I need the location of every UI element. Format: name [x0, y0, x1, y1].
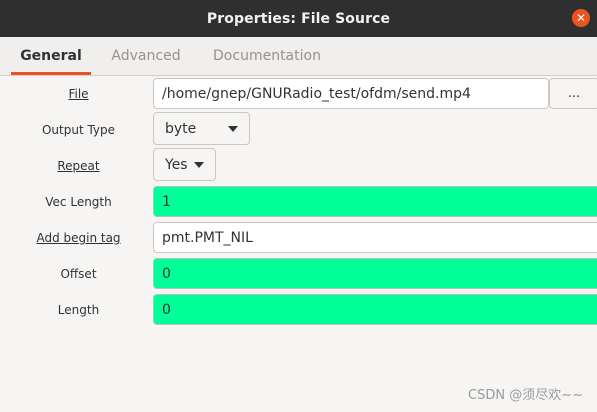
output-type-value: byte: [165, 120, 197, 137]
tab-advanced[interactable]: Advanced: [100, 37, 192, 75]
vec-length-label: Vec Length: [45, 195, 112, 209]
output-type-label: Output Type: [41, 123, 116, 137]
output-type-dropdown[interactable]: byte: [153, 112, 250, 145]
window-title: Properties: File Source: [206, 10, 391, 27]
window-titlebar: Properties: File Source ✕: [0, 0, 597, 37]
row-repeat: Repeat Yes: [0, 148, 597, 184]
tab-general[interactable]: General: [11, 37, 91, 75]
row-output-type: Output Type byte: [0, 112, 597, 148]
row-file: File /home/gnep/GNURadio_test/ofdm/send.…: [0, 76, 597, 112]
chevron-down-icon: [194, 162, 204, 168]
repeat-dropdown[interactable]: Yes: [153, 148, 216, 181]
vec-length-input[interactable]: 1: [153, 186, 597, 217]
repeat-value: Yes: [165, 156, 188, 173]
length-label: Length: [57, 303, 100, 317]
tab-bar: General Advanced Documentation: [0, 37, 597, 76]
offset-label: Offset: [60, 267, 97, 281]
row-offset: Offset 0: [0, 256, 597, 292]
browse-file-button[interactable]: ...: [549, 78, 597, 109]
row-vec-length: Vec Length 1: [0, 184, 597, 220]
row-length: Length 0: [0, 292, 597, 328]
chevron-down-icon: [228, 126, 238, 132]
repeat-label: Repeat: [57, 159, 100, 173]
row-add-begin-tag: Add begin tag pmt.PMT_NIL: [0, 220, 597, 256]
close-button[interactable]: ✕: [572, 9, 590, 27]
watermark: CSDN @须尽欢~~: [468, 388, 583, 403]
tab-documentation[interactable]: Documentation: [201, 37, 333, 75]
file-label: File: [68, 87, 89, 101]
add-begin-tag-input[interactable]: pmt.PMT_NIL: [153, 222, 597, 253]
offset-input[interactable]: 0: [153, 258, 597, 289]
length-input[interactable]: 0: [153, 294, 597, 325]
file-input[interactable]: /home/gnep/GNURadio_test/ofdm/send.mp4: [153, 78, 549, 109]
close-icon: ✕: [575, 11, 587, 25]
add-begin-tag-label: Add begin tag: [36, 231, 121, 245]
